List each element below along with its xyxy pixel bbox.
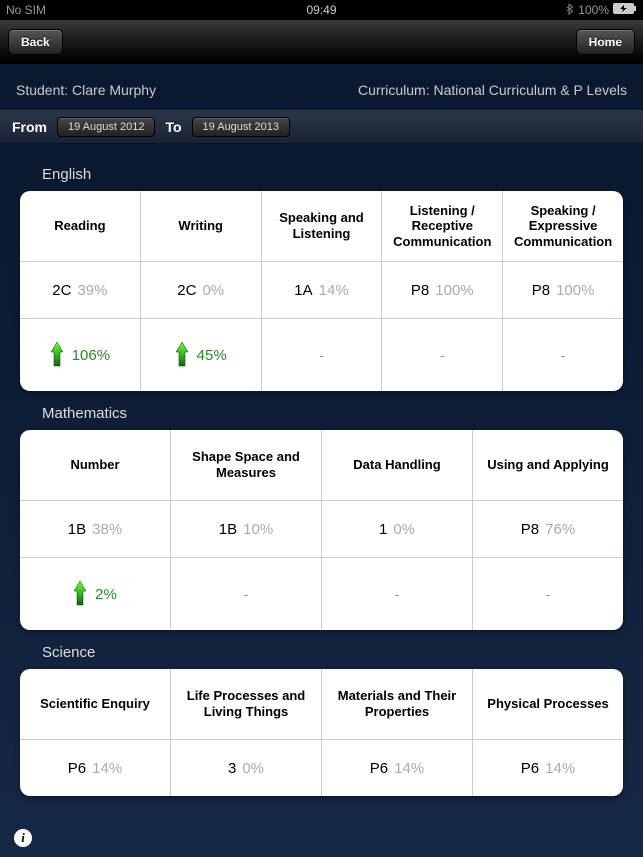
- level-cell: 10%: [321, 501, 472, 557]
- battery-icon: [613, 3, 637, 17]
- bluetooth-icon: [566, 3, 574, 18]
- table-header-row: Reading Writing Speaking and Listening L…: [20, 191, 623, 261]
- science-table: Scientific Enquiry Life Processes and Li…: [20, 669, 623, 796]
- progress-cell: -: [472, 558, 623, 630]
- to-date[interactable]: 19 August 2013: [192, 117, 290, 137]
- progress-cell: -: [321, 558, 472, 630]
- level-cell: 1B10%: [170, 501, 321, 557]
- status-bar: No SIM 09:49 100%: [0, 0, 643, 20]
- progress-row: 2% - - -: [20, 557, 623, 630]
- col-header: Number: [20, 430, 170, 500]
- table-header-row: Number Shape Space and Measures Data Han…: [20, 430, 623, 500]
- progress-cell: 2%: [20, 558, 170, 630]
- col-header: Using and Applying: [472, 430, 623, 500]
- dates-row: From 19 August 2012 To 19 August 2013: [0, 110, 643, 144]
- level-row: 1B38% 1B10% 10% P876%: [20, 500, 623, 557]
- level-cell: 1A14%: [261, 262, 382, 318]
- arrow-up-icon: [175, 340, 189, 371]
- col-header: Speaking / Expressive Communication: [502, 191, 623, 261]
- progress-cell: -: [170, 558, 321, 630]
- level-row: P614% 30% P614% P614%: [20, 739, 623, 796]
- home-button[interactable]: Home: [576, 29, 635, 55]
- level-cell: P876%: [472, 501, 623, 557]
- section-title-english: English: [42, 166, 623, 183]
- table-header-row: Scientific Enquiry Life Processes and Li…: [20, 669, 623, 739]
- col-header: Scientific Enquiry: [20, 669, 170, 739]
- english-table: Reading Writing Speaking and Listening L…: [20, 191, 623, 391]
- info-icon[interactable]: i: [14, 829, 32, 847]
- progress-cell: -: [261, 319, 382, 391]
- level-row: 2C39% 2C0% 1A14% P8100% P8100%: [20, 261, 623, 318]
- battery-pct: 100%: [578, 3, 609, 17]
- nav-bar: Back Home: [0, 20, 643, 64]
- from-date[interactable]: 19 August 2012: [57, 117, 155, 137]
- col-header: Reading: [20, 191, 140, 261]
- progress-cell: -: [502, 319, 623, 391]
- col-header: Life Processes and Living Things: [170, 669, 321, 739]
- arrow-up-icon: [50, 340, 64, 371]
- status-right: 100%: [566, 3, 637, 18]
- section-title-maths: Mathematics: [42, 405, 623, 422]
- content-area: English Reading Writing Speaking and Lis…: [0, 144, 643, 796]
- level-cell: 2C0%: [140, 262, 261, 318]
- status-carrier: No SIM: [6, 3, 46, 17]
- section-title-science: Science: [42, 644, 623, 661]
- level-cell: 2C39%: [20, 262, 140, 318]
- level-cell: P614%: [472, 740, 623, 796]
- col-header: Data Handling: [321, 430, 472, 500]
- level-cell: 1B38%: [20, 501, 170, 557]
- level-cell: P8100%: [502, 262, 623, 318]
- col-header: Physical Processes: [472, 669, 623, 739]
- maths-table: Number Shape Space and Measures Data Han…: [20, 430, 623, 630]
- col-header: Writing: [140, 191, 261, 261]
- col-header: Shape Space and Measures: [170, 430, 321, 500]
- progress-row: 106% 45% - - -: [20, 318, 623, 391]
- from-label: From: [12, 119, 47, 135]
- col-header: Materials and Their Properties: [321, 669, 472, 739]
- progress-cell: -: [381, 319, 502, 391]
- back-button[interactable]: Back: [8, 29, 63, 55]
- level-cell: P8100%: [381, 262, 502, 318]
- status-time: 09:49: [306, 3, 336, 17]
- col-header: Listening / Receptive Communication: [381, 191, 502, 261]
- progress-cell: 45%: [140, 319, 261, 391]
- to-label: To: [165, 119, 181, 135]
- progress-cell: 106%: [20, 319, 140, 391]
- arrow-up-icon: [73, 579, 87, 610]
- level-cell: P614%: [321, 740, 472, 796]
- level-cell: P614%: [20, 740, 170, 796]
- level-cell: 30%: [170, 740, 321, 796]
- student-label: Student: Clare Murphy: [16, 82, 156, 98]
- curriculum-label: Curriculum: National Curriculum & P Leve…: [358, 82, 627, 98]
- col-header: Speaking and Listening: [261, 191, 382, 261]
- student-curriculum-row: Student: Clare Murphy Curriculum: Nation…: [0, 64, 643, 110]
